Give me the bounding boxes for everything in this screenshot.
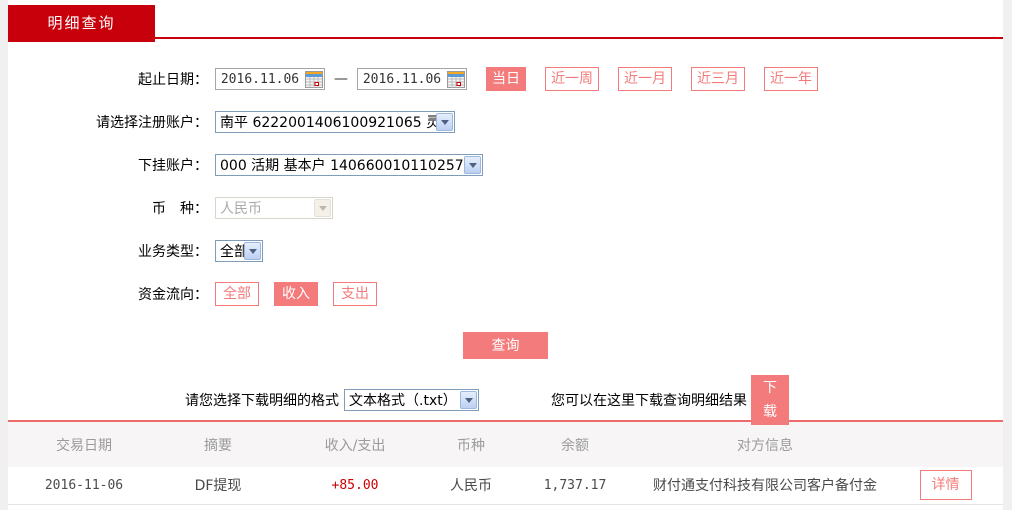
sub-account-label: 下挂账户：: [138, 158, 208, 174]
content-panel: 明细查询 起止日期： 2016.11.06 — 2016.11.06 当日 近一…: [8, 0, 1003, 510]
header-date: 交易日期: [8, 422, 160, 467]
currency-value: 人民币: [220, 201, 262, 217]
fund-flow-label: 资金流向：: [138, 287, 208, 303]
calendar-icon[interactable]: [304, 69, 324, 89]
register-account-row: 请选择注册账户： 南平 6222001406100921065 灵通卡: [8, 110, 1003, 134]
detail-button[interactable]: 详情: [919, 470, 972, 501]
tab-detail-query[interactable]: 明细查询: [8, 5, 155, 42]
cell-balance: 1,737.17: [508, 467, 642, 505]
query-form: 起止日期： 2016.11.06 — 2016.11.06 当日 近一周 近一月…: [8, 39, 1003, 425]
business-type-value: 全部: [220, 244, 244, 260]
header-currency: 币种: [434, 422, 508, 467]
sub-account-value: 000 活期 基本户 1406600101102571848: [220, 158, 464, 174]
start-date-input[interactable]: 2016.11.06: [215, 68, 325, 90]
query-row: 查询: [8, 332, 1003, 359]
chevron-down-icon: [244, 242, 261, 260]
header-amount: 收入/支出: [276, 422, 434, 467]
chevron-down-icon: [460, 391, 477, 409]
sub-account-row: 下挂账户： 000 活期 基本户 1406600101102571848: [8, 153, 1003, 177]
start-date-value: 2016.11.06: [220, 71, 300, 87]
header-action: [888, 422, 1003, 467]
fund-flow-all-button[interactable]: 全部: [215, 282, 259, 306]
cell-currency: 人民币: [434, 467, 508, 505]
download-hint: 您可以在这里下载查询明细结果: [551, 393, 747, 409]
query-button[interactable]: 查询: [463, 332, 548, 359]
quick-range-today-button[interactable]: 当日: [486, 67, 526, 91]
currency-row: 币 种： 人民币: [8, 196, 1003, 220]
header-summary: 摘要: [160, 422, 276, 467]
register-account-select[interactable]: 南平 6222001406100921065 灵通卡: [215, 111, 455, 133]
fund-flow-income-button[interactable]: 收入: [274, 282, 318, 306]
business-type-select[interactable]: 全部: [215, 240, 263, 262]
table-row: 2016-11-06 DF提现 +85.00 人民币 1,737.17 财付通支…: [8, 467, 1003, 505]
currency-select: 人民币: [215, 197, 333, 219]
cell-amount: +85.00: [276, 467, 434, 505]
table-header: 交易日期 摘要 收入/支出 币种 余额 对方信息: [8, 422, 1003, 467]
quick-range-month-button[interactable]: 近一月: [618, 67, 672, 91]
calendar-icon[interactable]: [446, 69, 466, 89]
download-row: 请您选择下载明细的格式 文本格式（.txt） 您可以在这里下载查询明细结果 下载: [8, 375, 1003, 425]
business-type-row: 业务类型： 全部: [8, 239, 1003, 263]
tab-bar: 明细查询: [8, 0, 1003, 42]
end-date-value: 2016.11.06: [362, 71, 442, 87]
date-range-label: 起止日期：: [138, 72, 208, 88]
chevron-down-icon: [436, 113, 453, 131]
currency-label: 币 种：: [152, 201, 208, 217]
quick-range-year-button[interactable]: 近一年: [764, 67, 818, 91]
date-separator: —: [334, 71, 348, 87]
cell-summary: DF提现: [160, 467, 276, 505]
quick-range-week-button[interactable]: 近一周: [545, 67, 599, 91]
chevron-down-icon: [464, 156, 481, 174]
end-date-input[interactable]: 2016.11.06: [357, 68, 467, 90]
header-counterparty: 对方信息: [642, 422, 888, 467]
fund-flow-expense-button[interactable]: 支出: [333, 282, 377, 306]
fund-flow-row: 资金流向： 全部 收入 支出: [8, 282, 1003, 306]
business-type-label: 业务类型：: [138, 244, 208, 260]
download-format-label: 请您选择下载明细的格式: [185, 393, 339, 409]
header-balance: 余额: [508, 422, 642, 467]
register-account-label: 请选择注册账户：: [96, 115, 208, 131]
download-button[interactable]: 下载: [751, 375, 789, 425]
results-table: 交易日期 摘要 收入/支出 币种 余额 对方信息 2016-11-06 DF提现…: [8, 420, 1003, 505]
quick-range-quarter-button[interactable]: 近三月: [691, 67, 745, 91]
sub-account-select[interactable]: 000 活期 基本户 1406600101102571848: [215, 154, 483, 176]
cell-date: 2016-11-06: [8, 467, 160, 505]
chevron-down-icon: [314, 199, 331, 217]
download-format-value: 文本格式（.txt）: [349, 393, 457, 409]
date-range-row: 起止日期： 2016.11.06 — 2016.11.06 当日 近一周 近一月…: [8, 67, 1003, 91]
cell-action: 详情: [888, 467, 1003, 505]
register-account-value: 南平 6222001406100921065 灵通卡: [220, 115, 436, 131]
download-format-select[interactable]: 文本格式（.txt）: [344, 389, 479, 411]
cell-counterparty: 财付通支付科技有限公司客户备付金: [642, 467, 888, 505]
